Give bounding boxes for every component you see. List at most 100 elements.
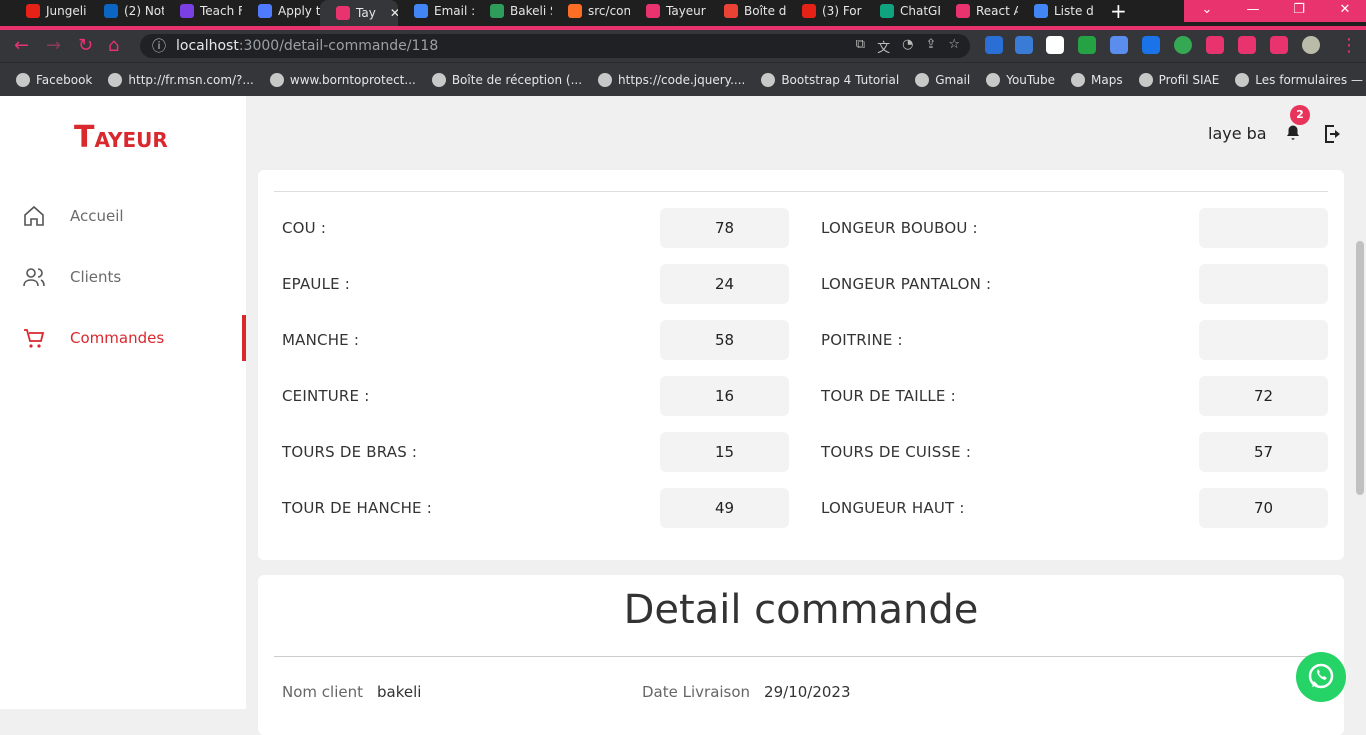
logout-icon[interactable]: [1321, 122, 1345, 146]
measure-value: 72: [1199, 376, 1328, 416]
logo-text: AYEUR: [94, 128, 168, 152]
sidebar-item-label: Accueil: [70, 207, 124, 225]
browser-tab[interactable]: Jungeli: [10, 0, 88, 22]
bookmark-item[interactable]: Les formulaires — F...: [1235, 72, 1366, 87]
tab-label: Bakeli S: [510, 4, 552, 18]
menu-icon[interactable]: ⋮: [1340, 35, 1358, 56]
delivery-date-value: 29/10/2023: [764, 683, 851, 701]
whatsapp-button[interactable]: [1296, 652, 1346, 702]
tab-favicon-icon: [490, 4, 504, 18]
browser-tab[interactable]: (2) Not: [88, 0, 164, 22]
extensions-puzzle-icon[interactable]: [1206, 36, 1224, 54]
bookmark-item[interactable]: Profil SIAE: [1138, 72, 1220, 87]
cart-icon: [24, 329, 45, 348]
new-tab-button[interactable]: +: [1110, 1, 1127, 21]
bookmark-item[interactable]: Gmail: [915, 72, 971, 87]
tab-favicon-icon: [336, 6, 350, 20]
bookmark-star-icon[interactable]: ☆: [948, 37, 960, 56]
bookmark-favicon-icon: [1235, 72, 1250, 87]
extension-doc-icon[interactable]: [1110, 36, 1128, 54]
maximize-button[interactable]: ❐: [1276, 0, 1322, 22]
tab-label: Jungeli: [46, 4, 87, 18]
browser-tab[interactable]: Liste d: [1018, 0, 1096, 22]
forward-icon[interactable]: →: [46, 35, 61, 56]
bookmark-item[interactable]: Boîte de réception (...: [431, 72, 582, 87]
bookmark-favicon-icon: [598, 72, 613, 87]
extension-f-icon[interactable]: [1015, 36, 1033, 54]
address-bar[interactable]: ⓘ localhost:3000/detail-commande/118 ⧉ 文…: [140, 34, 970, 58]
bookmark-label: Facebook: [36, 72, 93, 87]
browser-tab[interactable]: Email :: [398, 0, 474, 22]
bookmark-label: Profil SIAE: [1158, 72, 1220, 87]
tab-favicon-icon: [724, 4, 738, 18]
browser-tab[interactable]: Tayeur: [630, 0, 708, 22]
home-icon[interactable]: ⌂: [108, 35, 119, 56]
bookmark-label: www.borntoprotect...: [289, 72, 416, 87]
browser-tab[interactable]: (3) For: [786, 0, 864, 22]
bookmark-item[interactable]: https://code.jquery....: [598, 72, 745, 87]
tab-label: (2) Not: [124, 4, 164, 18]
tab-favicon-icon: [180, 4, 194, 18]
bell-icon[interactable]: [1284, 124, 1302, 142]
logo-initial: T: [74, 120, 95, 155]
client-info: Nom client bakeli: [282, 683, 421, 701]
browser-tab[interactable]: Apply t: [242, 0, 320, 22]
bookmark-favicon-icon: [1071, 72, 1086, 87]
extension-gem-icon[interactable]: [985, 36, 1003, 54]
side-panel-icon[interactable]: [1270, 36, 1288, 54]
extension-s-icon[interactable]: [1142, 36, 1160, 54]
browser-tab[interactable]: React A: [940, 0, 1018, 22]
tayeur-logo[interactable]: TAYEUR: [74, 120, 168, 155]
browser-tab[interactable]: Boîte d: [708, 0, 786, 22]
profile-avatar[interactable]: [1302, 36, 1320, 54]
bookmark-label: Gmail: [935, 72, 971, 87]
bookmark-item[interactable]: www.borntoprotect...: [269, 72, 416, 87]
measure-label: COU :: [282, 219, 327, 237]
extension-circle-icon[interactable]: [1174, 36, 1192, 54]
bookmark-item[interactable]: Maps: [1071, 72, 1123, 87]
bookmark-item[interactable]: Bootstrap 4 Tutorial: [761, 72, 899, 87]
measure-value: 57: [1199, 432, 1328, 472]
detail-commande-card: Detail commande Nom client bakeli Date Li…: [258, 575, 1344, 735]
tab-label: Email :: [434, 4, 474, 18]
back-icon[interactable]: ←: [14, 35, 29, 56]
extension-eye-icon[interactable]: [1078, 36, 1096, 54]
measure-label: LONGUEUR HAUT :: [821, 499, 965, 517]
reading-list-icon[interactable]: [1238, 36, 1256, 54]
sidebar-item-commandes[interactable]: Commandes: [0, 315, 246, 361]
bookmark-item[interactable]: http://fr.msn.com/?...: [108, 72, 254, 87]
browser-tab[interactable]: Teach F: [164, 0, 242, 22]
extension-code-icon[interactable]: [1046, 36, 1064, 54]
tab-favicon-icon: [104, 4, 118, 18]
close-window-button[interactable]: ✕: [1322, 0, 1366, 22]
install-icon[interactable]: ⧉: [856, 37, 865, 56]
browser-tab[interactable]: Bakeli S: [474, 0, 552, 22]
measure-value: 70: [1199, 488, 1328, 528]
sidebar-item-accueil[interactable]: Accueil: [0, 193, 246, 239]
close-tab-icon[interactable]: ✕: [390, 6, 398, 20]
tab-search-button[interactable]: ⌄: [1184, 0, 1230, 22]
sidebar-item-clients[interactable]: Clients: [0, 254, 246, 300]
performance-icon[interactable]: ◔: [902, 37, 913, 56]
browser-tab[interactable]: src/con: [552, 0, 630, 22]
measure-label: LONGEUR BOUBOU :: [821, 219, 978, 237]
browser-tab[interactable]: Tay ✕: [320, 0, 398, 26]
reload-icon[interactable]: ↻: [78, 35, 93, 56]
tab-favicon-icon: [646, 4, 660, 18]
page-scrollbar[interactable]: [1354, 96, 1366, 709]
tab-favicon-icon: [880, 4, 894, 18]
client-value: bakeli: [376, 683, 422, 701]
measure-value: 16: [660, 376, 789, 416]
client-label: Nom client: [282, 683, 363, 701]
measure-label: POITRINE :: [821, 331, 903, 349]
measure-value: [1199, 320, 1328, 360]
bookmark-item[interactable]: YouTube: [986, 72, 1055, 87]
translate-icon[interactable]: 文: [877, 37, 890, 56]
minimize-button[interactable]: —: [1230, 0, 1276, 22]
scrollbar-thumb[interactable]: [1356, 241, 1364, 495]
share-icon[interactable]: ⇪: [925, 37, 936, 56]
bookmark-item[interactable]: Facebook: [16, 72, 93, 87]
tab-favicon-icon: [956, 4, 970, 18]
site-info-icon[interactable]: ⓘ: [152, 36, 166, 56]
browser-tab[interactable]: ChatGP: [864, 0, 940, 22]
